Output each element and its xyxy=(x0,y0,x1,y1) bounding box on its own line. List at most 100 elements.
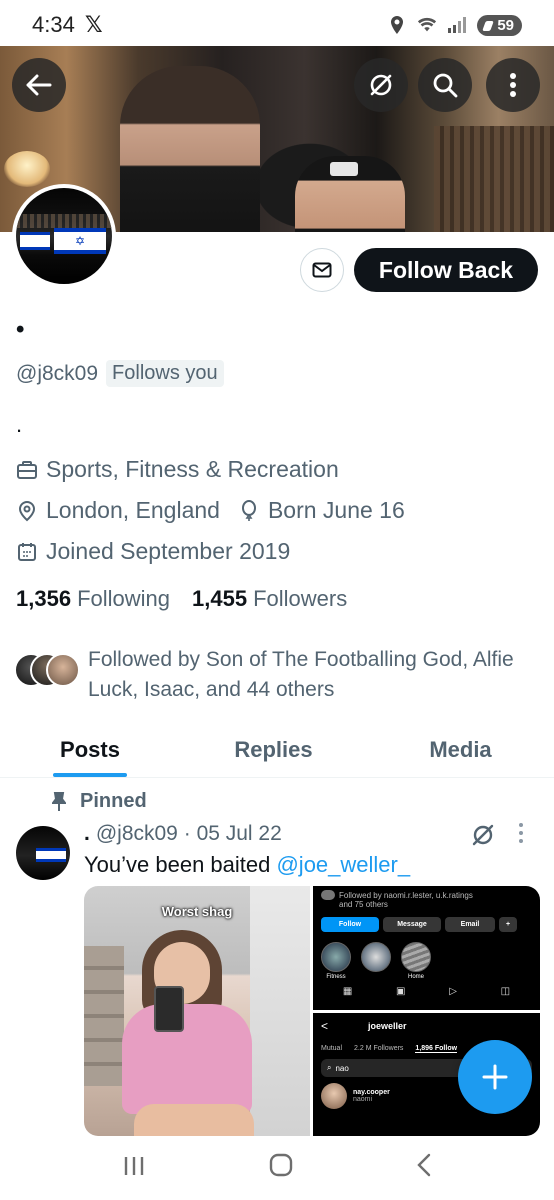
follow-back-button[interactable]: Follow Back xyxy=(354,248,538,292)
post-header: . @j8ck09 · 05 Jul 22 xyxy=(84,822,282,846)
followers-count: 1,455 xyxy=(192,586,248,611)
briefcase-icon xyxy=(16,459,38,481)
profile-avatar[interactable]: ✡ xyxy=(12,184,116,288)
profile-handle: @j8ck09 xyxy=(16,361,99,385)
pin-icon xyxy=(52,791,66,811)
media-follow-header: < joeweller xyxy=(321,1019,532,1033)
banner-shutters xyxy=(434,126,554,232)
play-icon: ▷ xyxy=(449,986,457,997)
followers-label: Followers xyxy=(253,586,348,611)
post-author-avatar[interactable] xyxy=(16,826,70,880)
search-button[interactable] xyxy=(418,58,472,112)
post-separator: · xyxy=(183,822,191,845)
post-body: You’ve been baited xyxy=(84,852,277,877)
back-button[interactable] xyxy=(12,58,66,112)
chevron-left-icon xyxy=(417,1153,431,1176)
joined-item: Joined September 2019 xyxy=(16,538,290,565)
balloon-icon xyxy=(238,499,260,522)
media-shelf xyxy=(84,946,124,1086)
compose-button[interactable] xyxy=(458,1040,532,1114)
grok-icon xyxy=(472,824,494,846)
followers-link[interactable]: 1,455 Followers xyxy=(192,586,347,612)
chevron-left-icon: < xyxy=(321,1019,329,1033)
post-more-button[interactable] xyxy=(518,822,524,844)
following-link[interactable]: 1,356 Following xyxy=(16,586,170,612)
avatar-flag-small xyxy=(20,232,50,250)
signal-icon xyxy=(447,15,467,35)
media-highlights: Fitness Home xyxy=(321,942,532,980)
post-author-name[interactable]: . xyxy=(84,822,90,845)
more-vertical-icon xyxy=(519,823,523,843)
location-item: London, England xyxy=(16,497,220,524)
post-author-handle[interactable]: @j8ck09 xyxy=(96,822,178,845)
home-button[interactable] xyxy=(269,1153,293,1184)
avatar xyxy=(321,1083,347,1109)
following-count: 1,356 xyxy=(16,586,72,611)
add-user-icon: + xyxy=(499,917,517,932)
location-pin-icon xyxy=(16,500,38,522)
media-followed-by-text: Followed by naomi.r.lester, u.k.ratings xyxy=(339,890,473,900)
pinned-indicator: Pinned xyxy=(52,790,147,813)
post-grok-button[interactable] xyxy=(470,822,496,848)
birthday-item: Born June 16 xyxy=(238,497,405,524)
followed-by-row[interactable]: Followed by Son of The Footballing God, … xyxy=(14,645,518,705)
banner-lamp xyxy=(4,151,50,187)
more-button[interactable] xyxy=(486,58,540,112)
home-icon xyxy=(269,1153,293,1176)
follows-you-badge: Follows you xyxy=(106,360,224,387)
profile-joined: Joined September 2019 xyxy=(46,538,291,564)
display-name: • xyxy=(16,316,25,343)
following-label: Following xyxy=(77,586,170,611)
avatar-image: ✡ xyxy=(16,188,112,284)
media-and-others: and 75 others xyxy=(339,900,388,909)
avatar xyxy=(321,890,335,900)
recents-icon xyxy=(124,1156,143,1175)
avatar-crowd xyxy=(16,214,112,228)
media-tab: 2.2 M Followers xyxy=(354,1045,404,1052)
tab-posts[interactable]: Posts xyxy=(0,722,180,777)
reels-icon: ▣ xyxy=(396,986,406,997)
avatar xyxy=(46,653,80,687)
media-followed-by: Followed by naomi.r.lester, u.k.ratings xyxy=(321,890,532,900)
post-date[interactable]: 05 Jul 22 xyxy=(197,822,282,845)
media-follow-button: Follow xyxy=(321,917,379,932)
media-highlight: Fitness xyxy=(321,942,351,980)
recent-apps-button[interactable] xyxy=(122,1153,146,1184)
envelope-icon xyxy=(312,262,332,278)
post-avatar-flag xyxy=(36,848,66,862)
message-button[interactable] xyxy=(300,248,344,292)
media-highlight xyxy=(361,942,391,980)
joined-row: Joined September 2019 xyxy=(16,538,308,565)
media-wall xyxy=(250,886,310,1136)
media-phone xyxy=(154,986,184,1032)
media-message-button: Message xyxy=(383,917,441,932)
media-image-right-top[interactable]: Followed by naomi.r.lester, u.k.ratings … xyxy=(313,886,540,1010)
battery-indicator: 59 xyxy=(477,14,522,36)
media-search-value: nao xyxy=(335,1063,349,1073)
post-mention-link[interactable]: @joe_weller_ xyxy=(276,852,410,877)
media-highlight: Home xyxy=(401,942,431,980)
category-row: Sports, Fitness & Recreation xyxy=(16,456,357,483)
more-vertical-icon xyxy=(510,73,516,97)
followed-by-avatars xyxy=(14,653,80,689)
search-icon xyxy=(433,73,458,98)
tab-media[interactable]: Media xyxy=(367,722,554,777)
media-caption: Worst shag xyxy=(161,904,233,919)
grok-button[interactable] xyxy=(354,58,408,112)
avatar-flag: ✡ xyxy=(54,228,106,254)
tab-replies[interactable]: Replies xyxy=(180,722,367,777)
status-time: 4:34 xyxy=(32,12,75,37)
media-username: joeweller xyxy=(368,1021,407,1031)
media-profile-buttons: Follow Message Email + xyxy=(321,917,532,932)
grok-icon xyxy=(370,74,392,96)
status-bar: 4:34 𝕏 59 xyxy=(0,0,554,50)
media-result-name: nay.cooper xyxy=(353,1089,390,1096)
calendar-icon xyxy=(16,541,38,563)
media-image-left[interactable]: Worst shag xyxy=(84,886,310,1136)
media-email-button: Email xyxy=(445,917,495,932)
category-item: Sports, Fitness & Recreation xyxy=(16,456,339,483)
handle-row: @j8ck09 Follows you xyxy=(16,360,224,387)
media-result-sub: naomi xyxy=(353,1096,373,1103)
status-icons: 59 xyxy=(387,14,522,36)
system-back-button[interactable] xyxy=(416,1153,432,1184)
